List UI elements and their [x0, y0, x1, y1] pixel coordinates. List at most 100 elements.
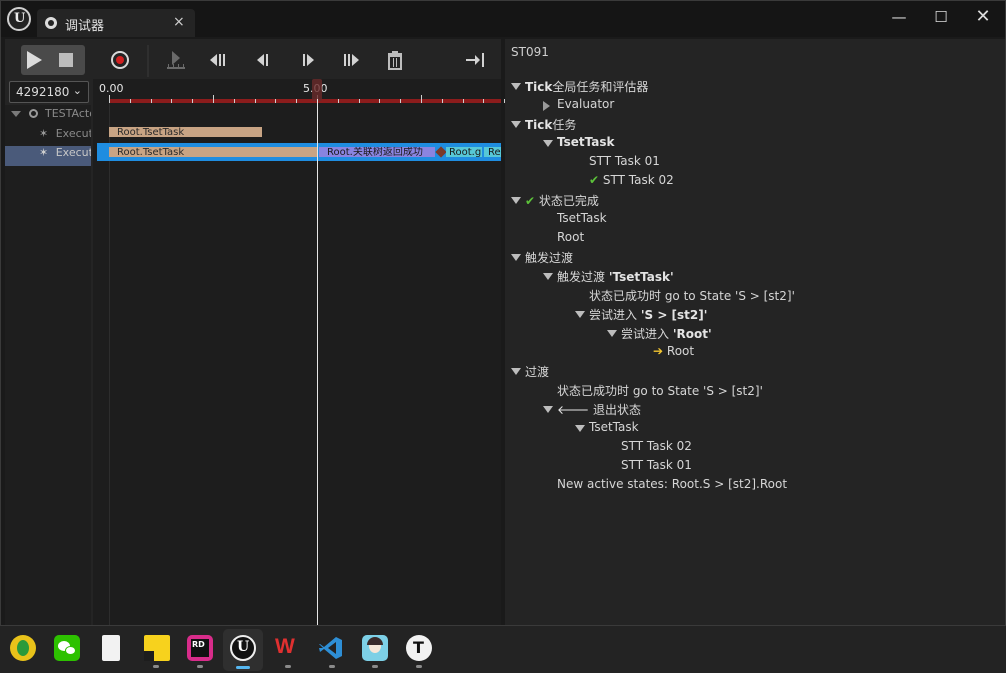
segment-label: Root.关联树返回成功 [327, 147, 423, 157]
ruler-tick [441, 99, 443, 103]
time-ruler[interactable]: 0.00 5.00 [93, 79, 526, 103]
typora-icon[interactable]: T [406, 635, 432, 661]
wechat-icon[interactable] [54, 635, 80, 661]
track-segment[interactable]: Root.TsetTask [109, 127, 262, 137]
ruler-tick [358, 99, 360, 103]
executor-icon: ✶ [39, 146, 49, 159]
row-bold: 'Root' [672, 327, 712, 341]
ruler-label-start: 0.00 [99, 82, 124, 95]
expand-arrow-icon[interactable] [511, 83, 521, 90]
scrubber-handle[interactable] [312, 79, 322, 101]
ruler-tick [254, 99, 256, 103]
step-into-icon[interactable] [165, 49, 187, 71]
row-text: 过渡 [525, 365, 550, 379]
track-segment[interactable]: Root.关联树返回成功 [319, 147, 435, 157]
running-indicator [197, 665, 203, 668]
vscode-icon[interactable] [318, 635, 344, 661]
instance-selector[interactable]: 4292180 ⌄ [9, 81, 89, 103]
jump-to-end-icon[interactable] [465, 52, 487, 68]
ruler-tick [233, 99, 235, 103]
tab-close-icon[interactable]: × [173, 14, 185, 30]
green-circle-app-icon[interactable] [10, 635, 36, 661]
expand-arrow-icon[interactable] [575, 425, 585, 432]
play-icon[interactable] [27, 51, 42, 69]
unreal-engine-icon[interactable]: U [230, 635, 256, 661]
ruler-tick [275, 99, 277, 103]
expand-arrow-icon[interactable] [607, 330, 617, 337]
running-indicator [153, 665, 159, 668]
track-segment[interactable]: Re [484, 147, 501, 157]
rider-icon[interactable]: RD [187, 635, 213, 661]
check-icon: ✔ [589, 173, 600, 187]
tree-item-label: TESTActor [45, 107, 91, 120]
ruler-tick [129, 99, 131, 103]
expand-arrow-icon[interactable] [11, 111, 21, 117]
scrubber-line[interactable] [317, 99, 318, 625]
debugger-toolbar [5, 43, 501, 79]
track-segment[interactable]: Root.g [446, 147, 482, 157]
ruler-tick [109, 95, 110, 103]
details-row: Root [557, 230, 585, 244]
executor-icon: ✶ [39, 127, 49, 140]
details-row: STT Task 01 [621, 458, 692, 472]
step-back-icon[interactable] [255, 52, 271, 68]
tree-item-executor[interactable]: ✶ Executor [5, 127, 91, 147]
expand-arrow-icon[interactable] [543, 273, 553, 280]
maximize-button[interactable]: ☐ [927, 6, 955, 28]
expand-arrow-icon[interactable] [511, 368, 521, 375]
tree-item-label: Executor [55, 127, 91, 140]
details-row: Tick任务 [511, 116, 576, 135]
details-row: TsetTask [543, 135, 614, 154]
trash-icon[interactable] [386, 50, 404, 70]
expand-arrow-icon[interactable] [575, 311, 585, 318]
step-back-frame-icon[interactable] [208, 52, 230, 68]
timeline-start-line [109, 103, 110, 625]
tab-debugger[interactable]: 调试器 × [37, 9, 195, 37]
expand-arrow-icon[interactable] [511, 121, 521, 128]
avatar-app-icon[interactable] [362, 635, 388, 661]
row-text: 任务 [552, 118, 577, 132]
expand-arrow-icon[interactable] [543, 140, 553, 147]
details-row: ✔ 状态已完成 [511, 192, 599, 211]
row-text: 触发过渡 [557, 270, 609, 284]
row-text: 尝试进入 [621, 327, 673, 341]
document-icon[interactable] [102, 635, 120, 661]
debugger-bug-icon [45, 17, 57, 29]
expand-arrow-icon[interactable] [511, 254, 521, 261]
close-button[interactable]: ✕ [969, 6, 997, 28]
expand-arrow-icon[interactable] [543, 406, 553, 413]
collapsed-arrow-icon[interactable] [543, 101, 550, 111]
details-row: 尝试进入 'S > [st2]' [575, 306, 707, 325]
details-row: STT Task 02 [621, 439, 692, 453]
event-diamond-icon[interactable] [435, 146, 447, 158]
running-indicator [416, 665, 422, 668]
row-text: 全局任务和评估器 [552, 80, 649, 94]
details-row: 过渡 [511, 363, 549, 382]
tree-item-executor-selected[interactable]: ✶ Executor [5, 146, 91, 166]
step-forward-frame-icon[interactable] [342, 52, 364, 68]
step-forward-icon[interactable] [301, 52, 317, 68]
row-text: Evaluator [557, 97, 615, 111]
ruler-tick [213, 95, 214, 103]
running-indicator [372, 665, 378, 668]
stop-icon[interactable] [59, 53, 73, 67]
track-segment[interactable]: Root.TsetTask [109, 147, 318, 157]
expand-arrow-icon[interactable] [511, 197, 521, 204]
record-icon[interactable] [111, 51, 129, 69]
arrow-right-icon: ➔ [653, 344, 664, 358]
details-row: TsetTask [575, 420, 639, 439]
details-pane: ST091 Tick全局任务和评估器 Evaluator Tick任务 Tset… [505, 39, 1005, 625]
details-row: 状态已成功时 go to State 'S > [st2]' [557, 384, 763, 398]
minimize-button[interactable]: — [885, 6, 913, 28]
wps-icon[interactable]: W [274, 635, 300, 661]
instance-selector-value: 4292180 [16, 85, 70, 99]
tree-item-label: Executor [55, 146, 91, 159]
details-row: ➔ Root [653, 344, 694, 363]
timeline-track-area[interactable]: 0.00 5.00 Root.TsetTask Root.TsetTask Ro… [93, 79, 526, 625]
row-text: 状态已完成 [538, 194, 599, 208]
tree-item-actor[interactable]: TESTActor [5, 107, 91, 127]
ruler-tick [421, 95, 422, 103]
sticky-notes-icon[interactable] [144, 635, 170, 661]
ruler-tick [400, 99, 402, 103]
unreal-logo-icon[interactable]: U [7, 7, 31, 31]
